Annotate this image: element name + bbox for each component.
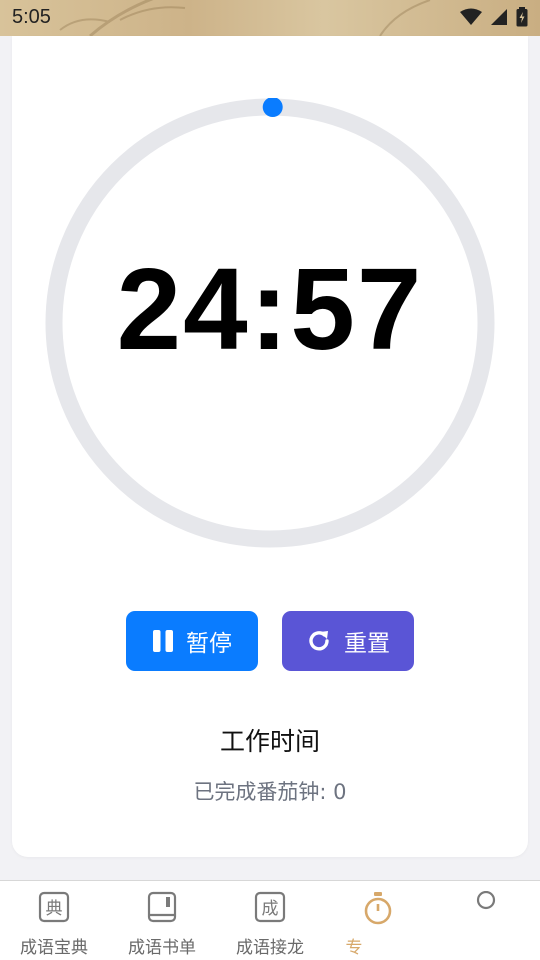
- dictionary-icon: 典: [38, 891, 70, 923]
- completed-pomodoro-count: 已完成番茄钟: 0: [193, 780, 347, 804]
- tab-profile[interactable]: [432, 881, 540, 960]
- tab-label: 成语书单: [128, 938, 196, 958]
- status-time: 5:05: [12, 6, 51, 28]
- pause-button[interactable]: 暂停: [126, 611, 258, 671]
- cell-signal-icon: [491, 9, 507, 25]
- pause-button-label: 暂停: [186, 631, 232, 657]
- bamboo-background-icon: [59, 0, 431, 36]
- chain-icon: 成: [254, 891, 286, 923]
- tab-label: 成语宝典: [20, 938, 88, 958]
- pause-icon: [153, 630, 173, 652]
- book-icon: [147, 891, 177, 923]
- battery-icon: [516, 7, 528, 27]
- svg-text:成: 成: [262, 899, 279, 919]
- bottom-tab-bar: 典 成语宝典 成语书单 成 成语接龙 专: [0, 880, 540, 960]
- svg-text:典: 典: [46, 899, 63, 919]
- session-mode-label: 工作时间: [219, 727, 320, 756]
- redo-icon: [309, 631, 329, 651]
- tab-label: 专: [345, 938, 363, 958]
- wifi-icon: [460, 8, 482, 25]
- timer-icon: [364, 892, 392, 925]
- reset-button[interactable]: 重置: [282, 611, 414, 671]
- reset-button-label: 重置: [344, 631, 390, 657]
- timer-display: 24:57: [116, 244, 424, 374]
- status-bar: 5:05: [0, 0, 540, 36]
- profile-icon: [476, 891, 496, 910]
- tab-idiom-booklist[interactable]: 成语书单: [108, 881, 216, 960]
- tab-focus-timer[interactable]: 专: [324, 881, 432, 960]
- tab-idiom-dictionary[interactable]: 典 成语宝典: [0, 881, 108, 960]
- status-icons: [460, 7, 528, 27]
- pomodoro-card: 24:57 暂停 重置 工作时间 已完成番茄钟: 0: [12, 36, 528, 857]
